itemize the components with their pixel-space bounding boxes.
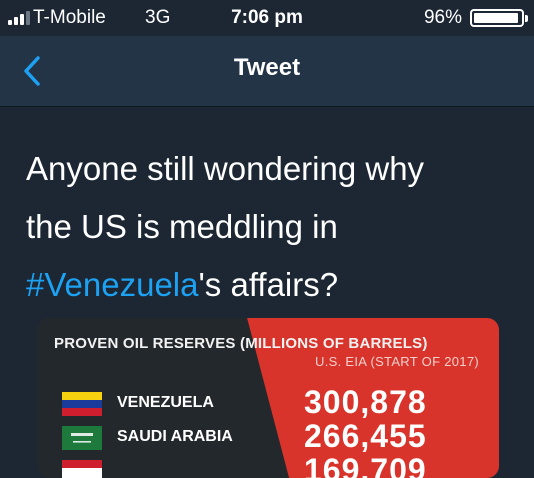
reserve-value: 266,455 <box>304 418 427 454</box>
saudi-arabia-flag-icon <box>62 426 102 450</box>
tweet-line-3-text: 's affairs? <box>198 266 339 303</box>
page-title: Tweet <box>233 54 301 81</box>
country-name: SAUDI ARABIA <box>117 428 233 445</box>
navigation-bar: Tweet <box>0 36 534 107</box>
tweet-line-1: Anyone still wondering why <box>26 150 425 187</box>
list-item: SAUDI ARABIA 266,455 <box>37 418 499 454</box>
reserve-value: 169,709 <box>304 452 427 478</box>
tweet-line-3: #Venezuela's affairs? <box>26 256 516 314</box>
tweet-text: Anyone still wondering why the US is med… <box>26 140 516 314</box>
flag-icon <box>62 460 102 478</box>
country-name: VENEZUELA <box>117 394 214 411</box>
infographic-title: PROVEN OIL RESERVES (MILLIONS OF BARRELS… <box>54 335 428 352</box>
battery-icon <box>470 9 528 27</box>
infographic-image[interactable]: PROVEN OIL RESERVES (MILLIONS OF BARRELS… <box>37 318 499 478</box>
status-bar: T-Mobile 3G 7:06 pm 96% <box>0 0 534 36</box>
infographic-subtitle: U.S. EIA (START OF 2017) <box>315 354 479 369</box>
hashtag-link[interactable]: #Venezuela <box>26 266 199 303</box>
tweet-line-2: the US is meddling in <box>26 208 338 245</box>
venezuela-flag-icon <box>62 392 102 416</box>
battery-percentage: 96% <box>423 7 462 28</box>
list-item: VENEZUELA 300,878 <box>37 384 499 420</box>
list-item: 169,709 <box>37 452 499 478</box>
reserve-value: 300,878 <box>304 384 427 420</box>
